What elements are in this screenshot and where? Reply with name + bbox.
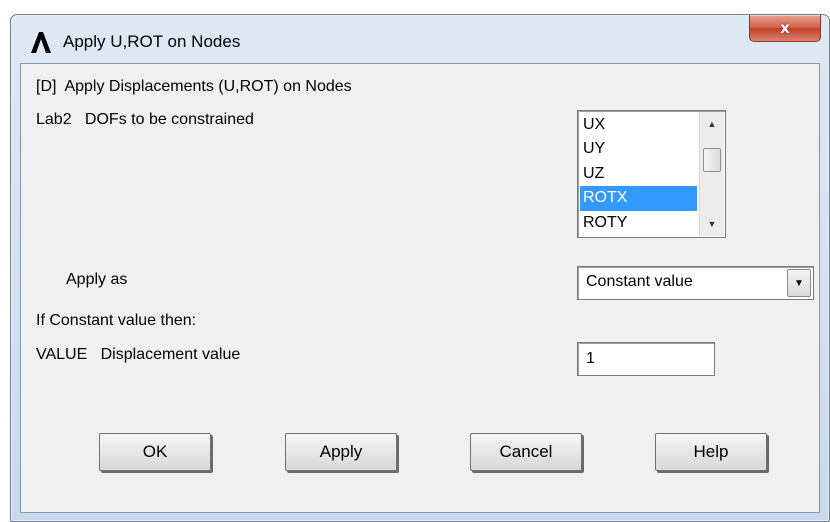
displacement-value-input[interactable] [577,342,715,376]
title-bar[interactable]: Apply U,ROT on Nodes x [11,15,829,63]
close-button[interactable]: x [749,15,821,42]
ok-button[interactable]: OK [99,433,211,471]
displacement-value-label: VALUE Displacement value [36,346,241,363]
list-item-rotx[interactable]: ROTX [580,186,697,211]
dofs-scrollbar[interactable]: ▲ ▼ [699,112,724,236]
dialog-window: Apply U,ROT on Nodes x [D] Apply Displac… [10,14,830,522]
ansys-logo-icon [31,32,51,53]
dofs-list-items: UX UY UZ ROTX ROTY [580,113,697,235]
scroll-down-icon[interactable]: ▼ [700,214,724,234]
apply-as-select[interactable]: Constant value ▼ [577,266,814,300]
apply-button[interactable]: Apply [285,433,397,471]
list-item-uy[interactable]: UY [580,137,697,161]
constant-value-label: If Constant value then: [36,312,197,329]
list-item-roty[interactable]: ROTY [580,211,697,235]
cancel-button[interactable]: Cancel [470,433,582,471]
dialog-header: [D] Apply Displacements (U,ROT) on Nodes [36,78,352,95]
scroll-thumb[interactable] [703,148,721,172]
apply-as-value: Constant value [586,273,693,290]
dofs-listbox[interactable]: UX UY UZ ROTX ROTY ▲ ▼ [577,110,726,238]
dofs-label: Lab2 DOFs to be constrained [36,111,254,128]
chevron-down-icon[interactable]: ▼ [787,269,811,297]
close-icon: x [780,19,790,37]
list-item-uz[interactable]: UZ [580,162,697,186]
apply-as-label: Apply as [66,271,128,288]
scroll-up-icon[interactable]: ▲ [700,114,724,134]
dialog-body: [D] Apply Displacements (U,ROT) on Nodes… [20,63,820,513]
window-title: Apply U,ROT on Nodes [63,32,241,51]
list-item-ux[interactable]: UX [580,113,697,137]
help-button[interactable]: Help [655,433,767,471]
